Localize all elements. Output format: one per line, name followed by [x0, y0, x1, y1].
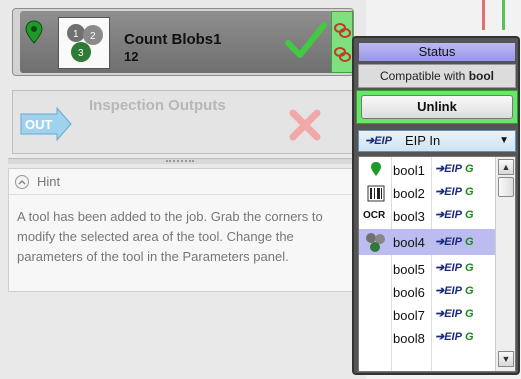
eip-tag-list: bool1 ➔EIP G bool2 ➔EIP G OCR bool3 ➔EIP G …	[358, 156, 516, 372]
list-item-bool1[interactable]: bool1 ➔EIP G	[359, 159, 495, 182]
eip-g-icon: ➔EIP G	[435, 209, 474, 221]
list-item-bool8[interactable]: bool8 ➔EIP G	[359, 327, 495, 350]
inspection-outputs-title: Inspection Outputs	[89, 97, 226, 114]
pass-check-icon	[285, 22, 327, 58]
ocr-icon: OCR	[363, 210, 386, 221]
compatibility-label: Compatible with bool	[358, 64, 516, 88]
unlink-button[interactable]: Unlink	[361, 95, 513, 119]
hint-header[interactable]: Hint	[9, 169, 355, 195]
location-pin-icon	[25, 20, 43, 44]
scroll-thumb[interactable]	[498, 177, 514, 197]
svg-text:1: 1	[73, 29, 79, 40]
canvas-guide-red	[482, 0, 485, 30]
list-item-bool7[interactable]: bool7 ➔EIP G	[359, 304, 495, 327]
fail-x-icon	[289, 109, 321, 141]
blob-count: 12	[124, 49, 139, 64]
eip-g-icon: ➔EIP G	[435, 163, 474, 175]
unlink-area: Unlink	[356, 90, 518, 124]
hint-panel: Hint A tool has been added to the job. G…	[8, 168, 356, 292]
link-toggle[interactable]	[331, 11, 353, 73]
pin-icon	[371, 162, 381, 176]
splitter-grip-icon[interactable]	[166, 160, 194, 162]
list-item-bool4[interactable]: bool4 ➔EIP G	[359, 229, 495, 255]
eip-g-icon: ➔EIP G	[435, 308, 474, 320]
eip-source-dropdown[interactable]: ➔EIP EIP In ▼	[358, 130, 516, 152]
hint-title: Hint	[37, 174, 61, 189]
canvas-guide-green	[502, 0, 505, 30]
blobs-icon	[366, 233, 385, 252]
eip-g-icon: ➔EIP G	[435, 331, 474, 343]
tool-name: Count Blobs1	[124, 31, 222, 48]
scroll-up-icon[interactable]: ▲	[498, 159, 514, 175]
count-blobs-icon: 1 2 3	[58, 17, 110, 69]
collapse-chevron-icon[interactable]	[15, 175, 29, 189]
chain-link-icon	[334, 23, 351, 62]
eip-g-icon: ➔EIP G	[435, 285, 474, 297]
scroll-down-icon[interactable]: ▼	[498, 351, 514, 367]
eip-link-popup: Status Compatible with bool Unlink ➔EIP …	[352, 36, 520, 375]
eip-g-icon: ➔EIP G	[435, 186, 474, 198]
barcode-icon	[367, 185, 385, 202]
list-item-bool6[interactable]: bool6 ➔EIP G	[359, 281, 495, 304]
eip-g-icon: ➔EIP G	[435, 236, 474, 248]
list-item-bool2[interactable]: bool2 ➔EIP G	[359, 182, 495, 205]
list-item-bool5[interactable]: bool5 ➔EIP G	[359, 258, 495, 281]
list-scrollbar[interactable]: ▲ ▼	[495, 157, 515, 371]
svg-text:3: 3	[78, 48, 84, 59]
tool-row-body[interactable]: 1 2 3 Count Blobs1 12	[20, 11, 333, 73]
eip-g-icon: ➔EIP G	[435, 262, 474, 274]
eip-badge-icon: ➔EIP	[365, 135, 392, 147]
out-arrow-icon: OUT	[20, 107, 72, 141]
list-item-bool3[interactable]: OCR bool3 ➔EIP G	[359, 205, 495, 228]
svg-text:OUT: OUT	[25, 117, 53, 132]
inspection-outputs-row[interactable]: OUT Inspection Outputs	[12, 90, 354, 154]
dropdown-value: EIP In	[405, 133, 441, 148]
svg-text:2: 2	[90, 31, 96, 42]
tool-row-count-blobs[interactable]: 1 2 3 Count Blobs1 12	[12, 8, 354, 76]
dropdown-arrow-icon: ▼	[499, 135, 509, 146]
status-header: Status	[358, 42, 516, 62]
hint-text: A tool has been added to the job. Grab t…	[17, 209, 323, 264]
